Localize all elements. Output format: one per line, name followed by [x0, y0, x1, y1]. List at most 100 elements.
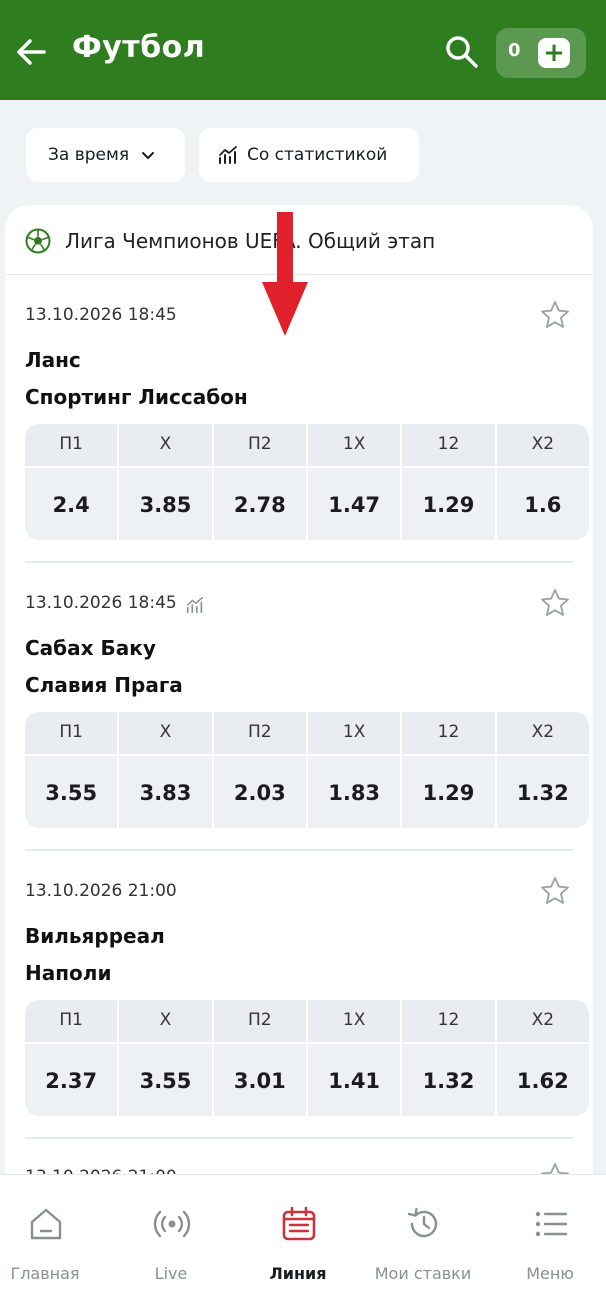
odd-label: X2	[531, 434, 555, 454]
odd-value: 2.78	[213, 466, 306, 540]
stats-filter-label: Со статистикой	[247, 145, 388, 165]
odd-value: 3.85	[119, 466, 212, 540]
nav-live[interactable]: Live	[116, 1175, 226, 1311]
favorite-star-icon[interactable]	[539, 875, 571, 907]
odd-value: 1.83	[307, 754, 401, 828]
odd-1x[interactable]: 1X 1.83	[307, 712, 403, 828]
odd-p1[interactable]: П1 3.55	[25, 712, 120, 828]
odd-value: 1.32	[496, 754, 589, 828]
odd-12[interactable]: 12 1.29	[402, 712, 497, 828]
divider	[25, 561, 573, 563]
app-bar: Футбол 0 +	[0, 0, 606, 100]
odd-p2[interactable]: П2 3.01	[213, 1000, 308, 1116]
divider	[25, 1137, 573, 1139]
odd-value: 1.29	[402, 754, 495, 828]
odd-p1[interactable]: П1 2.4	[25, 424, 120, 540]
bottom-navigation: Главная Live Линия Мои ставки Меню	[0, 1174, 606, 1311]
home-team: Сабах Баку	[25, 636, 156, 660]
odd-value: 1.29	[402, 466, 495, 540]
odd-label: П2	[248, 434, 272, 454]
calendar-icon	[282, 1206, 316, 1241]
odd-label: 1X	[342, 434, 366, 454]
odd-p1[interactable]: П1 2.37	[25, 1000, 120, 1116]
match-card[interactable]: 13.10.2026 21:00 Вильярреал Наполи П1 2.3…	[25, 877, 589, 1121]
stats-filter-button[interactable]: Со статистикой	[199, 128, 419, 182]
odd-label: П1	[59, 722, 83, 742]
odd-p2[interactable]: П2 2.78	[213, 424, 308, 540]
odd-label: 12	[437, 722, 460, 742]
odd-1x[interactable]: 1X 1.47	[307, 424, 403, 540]
odd-label: 1X	[342, 722, 366, 742]
nav-label: Live	[154, 1264, 188, 1283]
odd-label: X	[159, 722, 172, 742]
events-card: Лига Чемпионов UEFA. Общий этап 13.10.20…	[5, 205, 593, 1205]
nav-line[interactable]: Линия	[243, 1175, 353, 1311]
match-card[interactable]: 13.10.2026 18:45 Ланс Спортинг Лиссабон …	[25, 301, 589, 545]
odd-value: 2.37	[25, 1042, 118, 1116]
odd-x2[interactable]: X2 1.32	[496, 712, 589, 828]
odd-value: 3.83	[119, 754, 212, 828]
add-icon: +	[538, 38, 570, 68]
odd-x[interactable]: X 3.55	[119, 1000, 214, 1116]
chevron-down-icon	[142, 152, 155, 159]
bet-slip-button[interactable]: 0 +	[496, 28, 586, 78]
league-name: Лига Чемпионов UEFA. Общий этап	[65, 229, 436, 253]
nav-label: Мои ставки	[374, 1264, 472, 1283]
odd-12[interactable]: 12 1.29	[402, 424, 497, 540]
match-datetime: 13.10.2026 21:00	[25, 881, 177, 901]
odd-12[interactable]: 12 1.32	[402, 1000, 497, 1116]
nav-home[interactable]: Главная	[0, 1175, 100, 1311]
odd-value: 1.62	[496, 1042, 589, 1116]
odd-x2[interactable]: X2 1.6	[496, 424, 589, 540]
odds-row: П1 2.37 X 3.55 П2 3.01 1X 1.41 12 1.32 X2 1.62	[25, 1000, 589, 1116]
nav-label: Линия	[269, 1264, 327, 1283]
odd-label: X	[159, 1010, 172, 1030]
odd-value: 3.55	[25, 754, 118, 828]
time-filter-dropdown[interactable]: За время	[26, 128, 185, 182]
odd-value: 1.47	[307, 466, 401, 540]
odd-label: X2	[531, 722, 555, 742]
odd-value: 3.55	[119, 1042, 212, 1116]
back-arrow-icon[interactable]	[14, 34, 50, 70]
match-datetime: 13.10.2026 18:45	[25, 593, 177, 613]
page-title: Футбол	[72, 30, 206, 65]
nav-menu[interactable]: Меню	[495, 1175, 605, 1311]
away-team: Спортинг Лиссабон	[25, 385, 248, 409]
home-icon	[30, 1208, 62, 1240]
odd-label: П2	[248, 1010, 272, 1030]
odd-label: X	[159, 434, 172, 454]
search-icon[interactable]	[444, 34, 480, 70]
odd-label: П2	[248, 722, 272, 742]
statistics-icon	[219, 146, 237, 164]
odd-p2[interactable]: П2 2.03	[213, 712, 308, 828]
menu-icon	[535, 1211, 568, 1237]
time-filter-label: За время	[48, 145, 130, 165]
nav-label: Главная	[10, 1264, 80, 1283]
odd-value: 1.41	[307, 1042, 401, 1116]
home-team: Вильярреал	[25, 924, 165, 948]
odd-x2[interactable]: X2 1.62	[496, 1000, 589, 1116]
nav-my-bets[interactable]: Мои ставки	[368, 1175, 478, 1311]
odd-label: 12	[437, 1010, 460, 1030]
odd-x[interactable]: X 3.83	[119, 712, 214, 828]
live-icon	[153, 1210, 191, 1238]
odd-value: 1.32	[402, 1042, 495, 1116]
odds-row: П1 3.55 X 3.83 П2 2.03 1X 1.83 12 1.29 X2 1.32	[25, 712, 589, 828]
match-datetime: 13.10.2026 18:45	[25, 305, 177, 325]
odd-label: 1X	[342, 1010, 366, 1030]
odd-value: 1.6	[496, 466, 589, 540]
home-team: Ланс	[25, 348, 81, 372]
favorite-star-icon[interactable]	[539, 587, 571, 619]
bet-slip-count: 0	[508, 40, 521, 61]
odds-row: П1 2.4 X 3.85 П2 2.78 1X 1.47 12 1.29 X2 1.6	[25, 424, 589, 540]
football-icon	[25, 228, 51, 254]
away-team: Наполи	[25, 961, 112, 985]
odd-x[interactable]: X 3.85	[119, 424, 214, 540]
odd-label: П1	[59, 434, 83, 454]
favorite-star-icon[interactable]	[539, 299, 571, 331]
away-team: Славия Прага	[25, 673, 183, 697]
match-card[interactable]: 13.10.2026 18:45 Сабах Баку Славия Прага…	[25, 589, 589, 833]
nav-label: Меню	[526, 1264, 574, 1283]
odd-1x[interactable]: 1X 1.41	[307, 1000, 403, 1116]
red-arrow-annotation	[262, 212, 308, 336]
